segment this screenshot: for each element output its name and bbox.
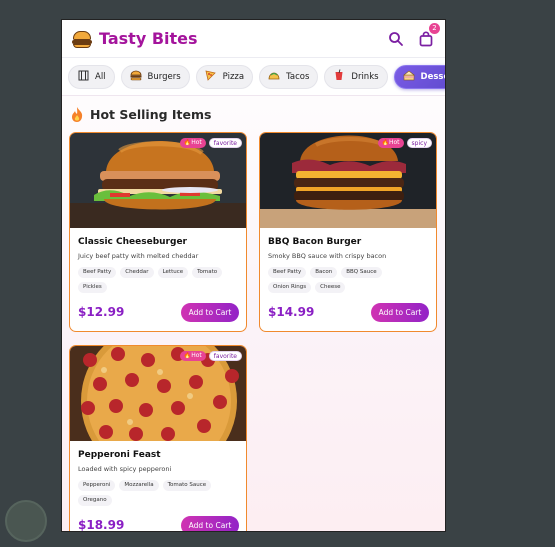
app-frame: Tasty Bites 2 All Burgers Pizza Tacos Dr… xyxy=(61,19,446,532)
product-name: Classic Cheeseburger xyxy=(78,237,187,247)
fire-icon: 🔥 xyxy=(381,139,389,146)
add-to-cart-button[interactable]: Add to Cart xyxy=(181,303,239,322)
category-desserts[interactable]: Desserts xyxy=(393,64,445,89)
app-header: Tasty Bites 2 xyxy=(62,20,445,58)
hot-badge: 🔥Hot xyxy=(179,138,206,148)
ingredient-tag: Pickles xyxy=(78,282,107,293)
category-bar: All Burgers Pizza Tacos Drinks Desserts xyxy=(62,58,445,96)
brand-title: Tasty Bites xyxy=(99,29,198,48)
ingredient-tag: Tomato Sauce xyxy=(162,480,212,491)
ingredient-tag: BBQ Sauce xyxy=(341,267,382,278)
ingredient-tag: Oregano xyxy=(78,495,112,506)
category-tacos[interactable]: Tacos xyxy=(259,64,319,89)
taco-icon xyxy=(268,70,280,83)
ingredient-tags: Beef Patty Bacon BBQ Sauce Onion Rings C… xyxy=(268,267,428,293)
ingredient-tag: Bacon xyxy=(310,267,338,278)
cart-count-badge: 2 xyxy=(429,22,440,34)
category-label: Drinks xyxy=(351,71,379,82)
ingredient-tag: Beef Patty xyxy=(78,267,117,278)
product-image: 🔥Hot spicy xyxy=(260,133,436,228)
category-pizza[interactable]: Pizza xyxy=(195,64,254,89)
category-burgers[interactable]: Burgers xyxy=(120,64,190,89)
product-card[interactable]: 🔥Hot favorite Classic Cheeseburger Juicy… xyxy=(69,132,247,332)
product-name: BBQ Bacon Burger xyxy=(268,237,362,247)
ingredient-tag: Cheddar xyxy=(120,267,154,278)
category-label: All xyxy=(95,71,106,82)
product-name: Pepperoni Feast xyxy=(78,450,161,460)
spicy-badge: spicy xyxy=(406,138,432,148)
ingredient-tag: Onion Rings xyxy=(268,282,312,293)
category-label: Burgers xyxy=(147,71,181,82)
ingredient-tag: Cheese xyxy=(315,282,346,293)
product-description: Juicy beef patty with melted cheddar xyxy=(78,252,199,260)
section-header: Hot Selling Items xyxy=(70,106,211,123)
pizza-icon xyxy=(205,69,217,84)
add-to-cart-button[interactable]: Add to Cart xyxy=(371,303,429,322)
ingredient-tag: Tomato xyxy=(192,267,223,278)
category-label: Desserts xyxy=(420,71,445,82)
product-image: 🔥Hot favorite xyxy=(70,133,246,228)
product-description: Loaded with spicy pepperoni xyxy=(78,465,172,473)
grid-icon xyxy=(77,70,89,84)
ingredient-tags: Pepperoni Mozzarella Tomato Sauce Oregan… xyxy=(78,480,238,506)
watermark-logo xyxy=(5,500,47,542)
burger-icon xyxy=(130,70,142,84)
category-label: Pizza xyxy=(222,71,245,82)
hot-badge: 🔥Hot xyxy=(179,351,206,361)
cart-button[interactable]: 2 xyxy=(417,22,440,48)
add-to-cart-button[interactable]: Add to Cart xyxy=(181,516,239,531)
favorite-badge: favorite xyxy=(208,351,242,361)
hot-badge: 🔥Hot xyxy=(377,138,404,148)
product-price: $12.99 xyxy=(78,305,125,319)
ingredient-tag: Pepperoni xyxy=(78,480,116,491)
ingredient-tag: Mozzarella xyxy=(119,480,159,491)
search-icon[interactable] xyxy=(387,30,405,48)
ingredient-tag: Beef Patty xyxy=(268,267,307,278)
fire-icon xyxy=(72,107,83,122)
ingredient-tags: Beef Patty Cheddar Lettuce Tomato Pickle… xyxy=(78,267,238,293)
ingredient-tag: Lettuce xyxy=(157,267,189,278)
category-label: Tacos xyxy=(286,71,310,82)
product-price: $14.99 xyxy=(268,305,315,319)
cake-icon xyxy=(402,70,415,84)
section-title: Hot Selling Items xyxy=(90,107,212,122)
category-all[interactable]: All xyxy=(68,64,115,89)
favorite-badge: favorite xyxy=(208,138,242,148)
product-card[interactable]: 🔥Hot spicy BBQ Bacon Burger Smoky BBQ sa… xyxy=(259,132,437,332)
burger-logo-icon xyxy=(72,29,92,49)
product-image: 🔥Hot favorite xyxy=(70,346,246,441)
category-drinks[interactable]: Drinks xyxy=(324,64,388,89)
product-description: Smoky BBQ sauce with crispy bacon xyxy=(268,252,387,260)
product-price: $18.99 xyxy=(78,518,125,532)
drink-icon xyxy=(333,69,345,84)
product-card[interactable]: 🔥Hot favorite Pepperoni Feast Loaded wit… xyxy=(69,345,247,532)
